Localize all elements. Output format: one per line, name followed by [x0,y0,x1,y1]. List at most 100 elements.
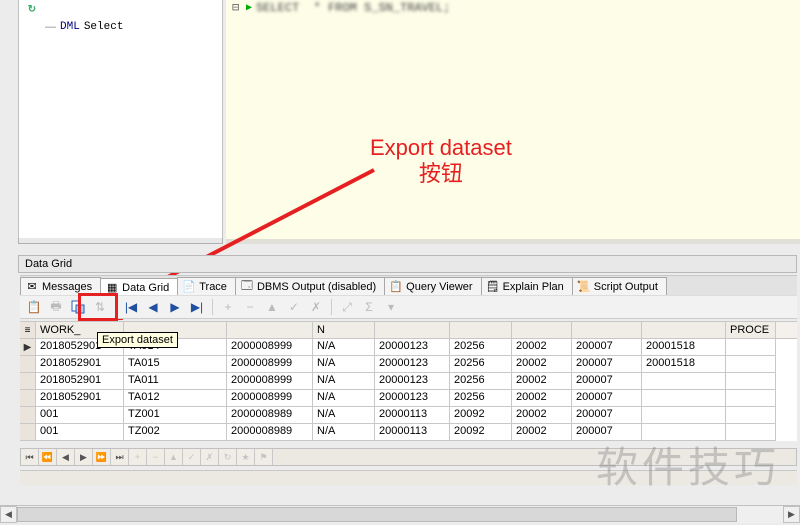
tab-script-output[interactable]: 📜Script Output [572,277,667,295]
export-dataset-button[interactable] [68,297,88,317]
cell[interactable]: 2000008999 [227,339,313,356]
cell[interactable]: 001 [36,424,124,441]
cell[interactable]: N/A [313,373,375,390]
column-header[interactable]: PROCE [726,322,776,338]
table-row[interactable]: 2018052901TA0152000008999N/A200001232025… [20,356,797,373]
tab-explain-plan[interactable]: 🗒Explain Plan [481,277,573,295]
column-header[interactable] [375,322,450,338]
cell[interactable]: 2018052901 [36,373,124,390]
nav-last-icon[interactable]: ⏭ [111,449,129,465]
cell[interactable]: 2000008999 [227,373,313,390]
scroll-right-icon[interactable]: ▶ [783,506,800,523]
cell[interactable] [726,339,776,356]
cell[interactable]: 20002 [512,373,572,390]
horizontal-scrollbar[interactable]: ◀ ▶ [0,505,800,523]
cell[interactable]: 20256 [450,373,512,390]
cell[interactable]: 20001518 [642,339,726,356]
cell[interactable]: 200007 [572,407,642,424]
cell[interactable]: 20002 [512,356,572,373]
cell[interactable] [726,407,776,424]
cell[interactable]: 2000008989 [227,424,313,441]
table-row[interactable]: 2018052901TA0112000008999N/A200001232025… [20,373,797,390]
cell[interactable]: 20002 [512,407,572,424]
cell[interactable]: 20000123 [375,356,450,373]
tree-row[interactable]: ↻ [19,0,222,18]
table-row[interactable]: 001TZ0022000008989N/A2000011320092200022… [20,424,797,441]
cell[interactable]: N/A [313,407,375,424]
cell[interactable]: 2018052901 [36,390,124,407]
cell[interactable]: N/A [313,356,375,373]
cell[interactable]: 20000113 [375,407,450,424]
nav-next-page-icon[interactable]: ⏩ [93,449,111,465]
cell[interactable]: 20000123 [375,373,450,390]
cell[interactable]: 200007 [572,373,642,390]
cell[interactable]: 20256 [450,339,512,356]
cell[interactable]: N/A [313,424,375,441]
cell[interactable]: TZ002 [124,424,227,441]
nav-next-button[interactable]: ▶ [165,297,185,317]
cell[interactable]: 20000123 [375,339,450,356]
cell[interactable]: 20002 [512,390,572,407]
tab-query-viewer[interactable]: 📋Query Viewer [384,277,481,295]
toolbar-separator [331,299,332,315]
scroll-thumb[interactable] [17,507,737,522]
nav-prev-page-icon[interactable]: ⏪ [39,449,57,465]
column-header[interactable] [512,322,572,338]
scroll-track[interactable] [17,506,783,523]
cell[interactable]: 20256 [450,390,512,407]
cell[interactable] [642,407,726,424]
tab-dbms-output-disabled-[interactable]: 🗔DBMS Output (disabled) [235,277,385,295]
cell[interactable]: 200007 [572,356,642,373]
cell[interactable]: 20001518 [642,356,726,373]
table-row[interactable]: 2018052901TA0122000008999N/A200001232025… [20,390,797,407]
cell[interactable]: 20256 [450,356,512,373]
cell[interactable] [726,390,776,407]
cell[interactable]: TA015 [124,356,227,373]
cell[interactable]: TZ001 [124,407,227,424]
cell[interactable]: 20000113 [375,424,450,441]
row-indicator [20,424,36,441]
cell[interactable]: 20002 [512,424,572,441]
sql-editor[interactable]: ⊟ ▶ SELECT * FROM S_SN_TRAVEL; [226,0,800,244]
tree-node[interactable]: — DML Select [19,18,222,36]
cell[interactable]: TA011 [124,373,227,390]
column-header[interactable] [450,322,512,338]
cell[interactable]: N/A [313,390,375,407]
cell[interactable]: 200007 [572,424,642,441]
cell[interactable] [642,373,726,390]
cell[interactable]: 200007 [572,339,642,356]
cell[interactable]: 2000008999 [227,390,313,407]
tab-messages[interactable]: ✉Messages [20,277,101,295]
cell[interactable]: 20000123 [375,390,450,407]
tab-trace[interactable]: 📄Trace [177,277,236,295]
cell[interactable]: 20002 [512,339,572,356]
tab-data-grid[interactable]: ▦Data Grid [100,278,178,296]
cell[interactable]: 200007 [572,390,642,407]
cell[interactable] [726,424,776,441]
cell[interactable] [642,390,726,407]
cell[interactable] [642,424,726,441]
cell[interactable]: 20092 [450,424,512,441]
nav-first-icon[interactable]: ⏮ [21,449,39,465]
table-row[interactable]: 001TZ0012000008989N/A2000011320092200022… [20,407,797,424]
cell[interactable]: 20092 [450,407,512,424]
cell[interactable]: 2000008989 [227,407,313,424]
column-header[interactable] [642,322,726,338]
scroll-left-icon[interactable]: ◀ [0,506,17,523]
nav-next-icon[interactable]: ▶ [75,449,93,465]
annotation-subtitle: 按钮 [370,161,512,187]
cell[interactable]: 2018052901 [36,356,124,373]
nav-prev-icon[interactable]: ◀ [57,449,75,465]
column-header[interactable] [572,322,642,338]
column-header[interactable] [227,322,313,338]
cell[interactable]: TA012 [124,390,227,407]
column-header[interactable]: N [313,322,375,338]
cell[interactable]: 001 [36,407,124,424]
cell[interactable] [726,373,776,390]
nav-prev-button[interactable]: ◀ [143,297,163,317]
cell[interactable] [726,356,776,373]
cell[interactable]: 2000008999 [227,356,313,373]
nav-first-button[interactable]: |◀ [121,297,141,317]
cell[interactable]: N/A [313,339,375,356]
nav-last-button[interactable]: ▶| [187,297,207,317]
